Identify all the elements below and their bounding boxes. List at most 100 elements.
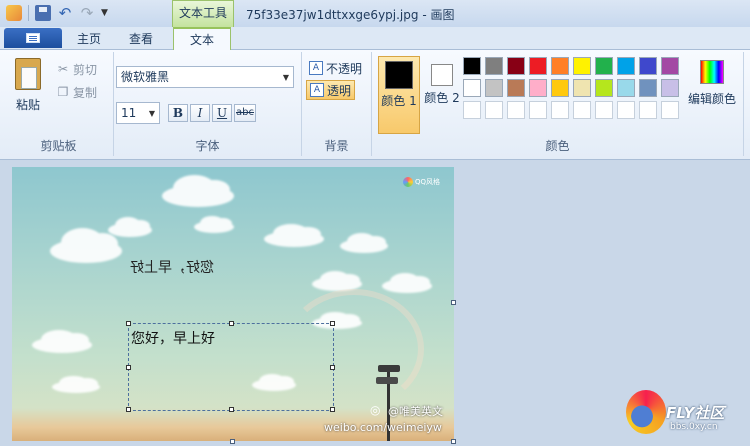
color-swatch[interactable]	[529, 79, 547, 97]
quick-access-toolbar: ↶ ↷ ▼	[6, 5, 108, 21]
color-swatch[interactable]	[595, 79, 613, 97]
site-watermark-logo: FLY社区 bbs.0xy.cn	[626, 390, 750, 442]
color-swatch[interactable]	[463, 101, 481, 119]
color-swatch[interactable]	[639, 79, 657, 97]
weibo-icon: ◎	[370, 403, 381, 417]
cut-label: 剪切	[73, 62, 98, 77]
transparent-button[interactable]: A 透明	[306, 80, 356, 100]
color-swatch[interactable]	[573, 101, 591, 119]
color-swatch[interactable]	[529, 57, 547, 75]
canvas-resize-handle[interactable]	[230, 439, 235, 444]
strikethrough-button[interactable]: abc	[234, 104, 256, 122]
chevron-down-icon: ▼	[148, 109, 155, 118]
copy-icon: ❐	[57, 85, 69, 99]
tab-text[interactable]: 文本	[173, 27, 231, 51]
drawing-canvas[interactable]: QQ风格 您好，早上好 您好，早上好 ◎ @唯美英文 weibo.com/wei…	[12, 167, 454, 441]
color-swatch[interactable]	[661, 57, 679, 75]
clipboard-group: 粘贴 ✂ 剪切 ❐ 复制 剪贴板	[4, 52, 114, 156]
resize-handle[interactable]	[229, 321, 234, 326]
color-swatch[interactable]	[463, 57, 481, 75]
copy-button[interactable]: ❐ 复制	[56, 83, 97, 101]
redo-icon[interactable]: ↷	[79, 5, 95, 21]
canvas-resize-handle[interactable]	[451, 300, 456, 305]
color-swatch[interactable]	[551, 57, 569, 75]
resize-handle[interactable]	[126, 321, 131, 326]
color-swatch[interactable]	[639, 101, 657, 119]
color-swatch[interactable]	[485, 79, 503, 97]
color2-swatch	[431, 64, 453, 86]
font-size-select[interactable]: 11 ▼	[116, 102, 160, 124]
clipboard-icon	[15, 58, 41, 90]
background-group: A 不透明 A 透明 背景	[302, 52, 372, 156]
tab-view[interactable]: 查看	[118, 29, 164, 50]
color2-button[interactable]: 颜色 2	[424, 56, 460, 134]
text-tools-context-label: 文本工具	[172, 0, 234, 27]
color-swatch[interactable]	[529, 101, 547, 119]
color-swatch[interactable]	[485, 57, 503, 75]
color-swatch[interactable]	[617, 101, 635, 119]
color-swatch[interactable]	[617, 57, 635, 75]
save-icon[interactable]	[35, 5, 51, 21]
font-family-select[interactable]: 微软雅黑 ▼	[116, 66, 294, 88]
color-swatch[interactable]	[661, 101, 679, 119]
color-swatch[interactable]	[551, 101, 569, 119]
opaque-button[interactable]: A 不透明	[306, 58, 365, 78]
color-palette	[463, 57, 681, 119]
paint-app-icon[interactable]	[6, 5, 22, 21]
cloud	[108, 216, 152, 237]
paste-button[interactable]: 粘贴	[10, 58, 46, 118]
resize-handle[interactable]	[330, 321, 335, 326]
transparent-label: 透明	[327, 83, 352, 98]
customize-qat-dropdown-icon[interactable]: ▼	[101, 8, 108, 18]
background-group-label: 背景	[324, 139, 349, 153]
italic-button[interactable]: I	[190, 104, 210, 122]
color-swatch[interactable]	[507, 79, 525, 97]
cloud	[194, 215, 234, 233]
color-swatch[interactable]	[507, 101, 525, 119]
text-box-content[interactable]: 您好，早上好	[131, 328, 215, 348]
resize-handle[interactable]	[330, 407, 335, 412]
color-swatch[interactable]	[595, 57, 613, 75]
cut-button[interactable]: ✂ 剪切	[56, 60, 97, 78]
color-swatch[interactable]	[639, 57, 657, 75]
weibo-name: @唯美英文	[388, 405, 443, 418]
resize-handle[interactable]	[330, 365, 335, 370]
colors-group: 颜色 1 颜色 2 编辑颜色 颜色	[372, 52, 744, 156]
bold-button[interactable]: B	[168, 104, 188, 122]
color-swatch[interactable]	[617, 79, 635, 97]
color-swatch[interactable]	[595, 101, 613, 119]
color-swatch[interactable]	[485, 101, 503, 119]
undo-icon[interactable]: ↶	[57, 5, 73, 21]
fly-logo-icon	[626, 390, 666, 434]
color1-swatch	[385, 61, 413, 89]
watermark-logo-text: QQ风格	[414, 178, 440, 186]
color-swatch[interactable]	[573, 57, 591, 75]
cloud	[264, 223, 324, 247]
mirrored-text: 您好，早上好	[130, 260, 214, 276]
color-swatch[interactable]	[573, 79, 591, 97]
color1-button[interactable]: 颜色 1	[378, 56, 420, 134]
canvas-resize-handle[interactable]	[451, 439, 456, 444]
tab-home[interactable]: 主页	[66, 29, 112, 50]
clipboard-group-label: 剪贴板	[40, 139, 77, 153]
app-menu-button[interactable]	[4, 28, 62, 48]
scissors-icon: ✂	[57, 62, 69, 76]
resize-handle[interactable]	[229, 407, 234, 412]
edit-colors-button[interactable]: 编辑颜色	[684, 60, 740, 107]
cloud	[52, 375, 100, 393]
cloud	[340, 232, 388, 253]
underline-button[interactable]: U	[212, 104, 232, 122]
cloud	[162, 175, 234, 207]
color-swatch[interactable]	[507, 57, 525, 75]
color1-label: 颜色 1	[381, 94, 417, 108]
cloud	[50, 228, 122, 263]
font-size-value: 11	[121, 106, 137, 120]
color-swatch[interactable]	[551, 79, 569, 97]
resize-handle[interactable]	[126, 407, 131, 412]
copy-label: 复制	[73, 85, 98, 100]
color-swatch[interactable]	[463, 79, 481, 97]
font-family-value: 微软雅黑	[121, 70, 170, 84]
color-swatch[interactable]	[661, 79, 679, 97]
resize-handle[interactable]	[126, 365, 131, 370]
text-box[interactable]: 您好，早上好	[126, 321, 335, 412]
